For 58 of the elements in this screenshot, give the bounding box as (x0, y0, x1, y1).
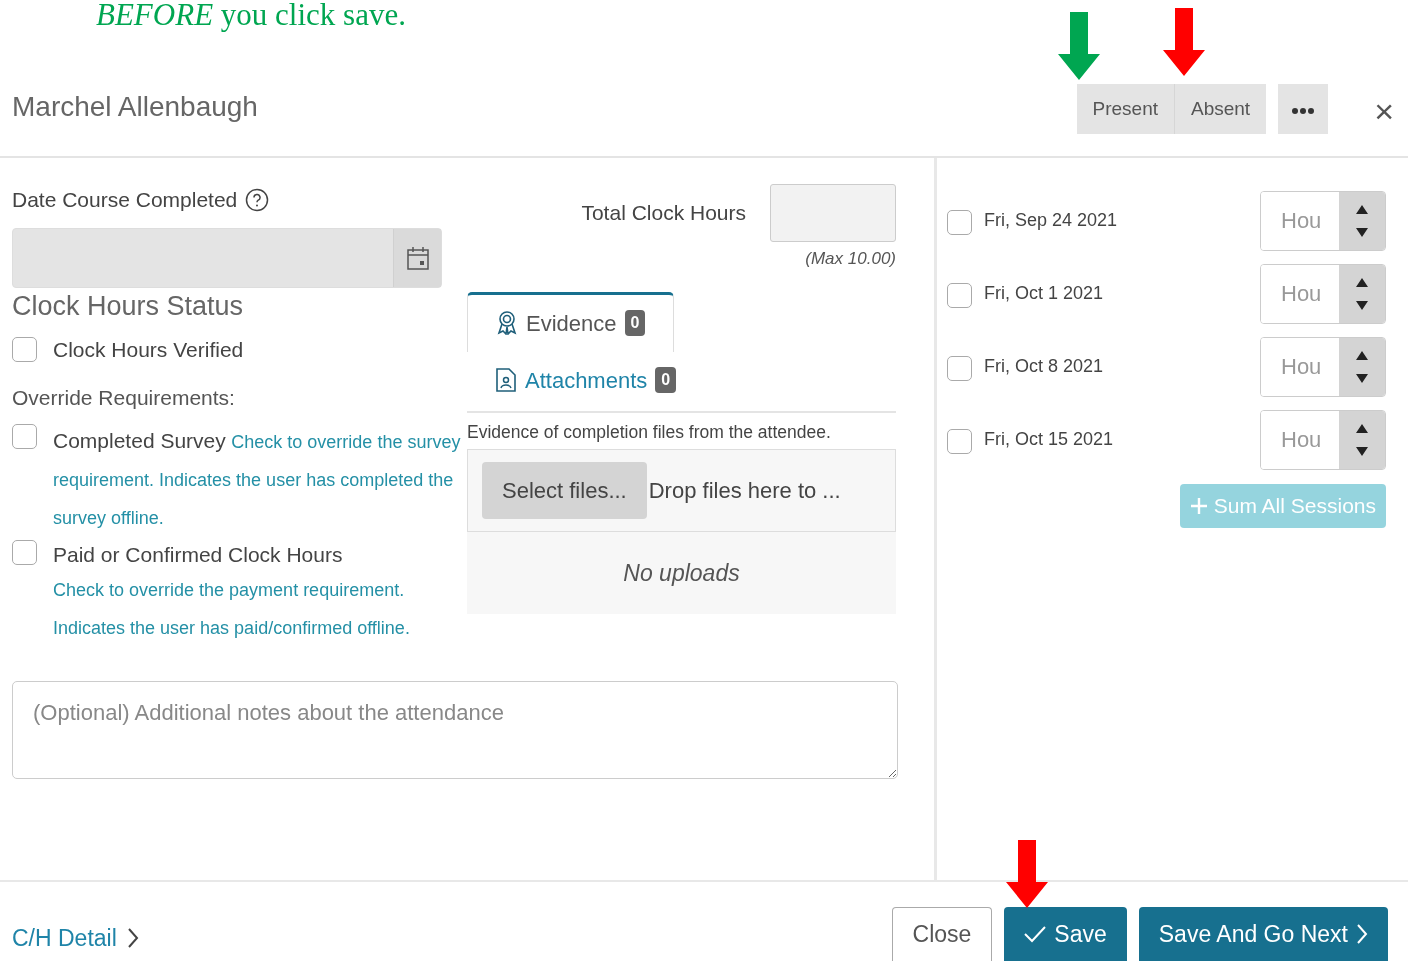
document-icon (495, 368, 517, 392)
chevron-right-icon (1356, 923, 1368, 945)
checkbox-label: Clock Hours Verified (53, 337, 244, 363)
attendance-button[interactable]: Absent (1175, 84, 1267, 134)
checkbox[interactable] (947, 209, 972, 235)
plus-icon (1189, 496, 1208, 515)
award-icon (496, 311, 518, 335)
checkbox-label: Completed Survey Check to override the survey requirement. Indicates the user has completed the survey offline. (53, 428, 462, 530)
spinner-arrows-icon[interactable] (1355, 204, 1369, 237)
checkbox[interactable] (947, 428, 972, 454)
date-field[interactable] (12, 227, 442, 288)
checkbox[interactable] (12, 424, 37, 449)
detail-link[interactable]: C/H Detail (12, 920, 139, 961)
tab-description: Evidence of completion files from the attendee. (467, 420, 832, 444)
count-badge: 0 (655, 367, 677, 393)
spinner-arrows-icon[interactable] (1355, 277, 1369, 310)
more-button[interactable] (1278, 84, 1329, 134)
hours-spinner[interactable]: Hou (1260, 190, 1386, 251)
save-button[interactable]: Save (1004, 907, 1127, 961)
hours-spinner[interactable]: Hou (1260, 263, 1386, 324)
close-button[interactable]: Close (891, 907, 993, 961)
attendance-button[interactable]: Present (1076, 84, 1175, 134)
calendar-icon[interactable] (406, 245, 429, 270)
checkbox[interactable] (12, 337, 37, 362)
empty-state-text: No uploads (467, 531, 896, 615)
tab[interactable]: Evidence 0 (467, 291, 675, 352)
more-icon[interactable] (1292, 107, 1315, 114)
checkbox-label: Paid or Confirmed Clock Hours Check to override the payment requirement. Indicates the user has paid/confirmed offline. (53, 542, 411, 640)
checkbox[interactable] (947, 282, 972, 308)
tab[interactable]: Attachments 0 (467, 351, 705, 409)
hours-spinner[interactable]: Hou (1260, 336, 1386, 397)
section-heading: Clock Hours Status (12, 289, 245, 323)
count-badge: 0 (624, 310, 646, 336)
checkbox[interactable] (12, 540, 37, 565)
session-date: Fri, Oct 1 2021 (984, 282, 1104, 305)
session-date: Fri, Sep 24 2021 (984, 209, 1118, 232)
dropzone-text: Drop files here to ... (648, 476, 841, 505)
session-date: Fri, Oct 8 2021 (984, 355, 1104, 378)
checkbox[interactable] (947, 355, 972, 381)
hours-spinner[interactable]: Hou (1260, 409, 1386, 470)
save-next-button[interactable]: Save And Go Next (1138, 907, 1388, 961)
notes-field[interactable]: (Optional) Additional notes about the attendance (12, 680, 898, 779)
close-button[interactable]: × (1368, 93, 1400, 134)
field-label: Total Clock Hours (581, 200, 746, 227)
spinner-arrows-icon[interactable] (1355, 350, 1369, 383)
field-label: Date Course Completed (12, 187, 238, 213)
help-icon[interactable] (245, 187, 270, 212)
check-icon (1024, 925, 1047, 943)
spinner-arrows-icon[interactable] (1355, 423, 1369, 456)
section-label: Override Requirements: (12, 384, 236, 411)
session-date: Fri, Oct 15 2021 (984, 428, 1114, 451)
select-files-button[interactable]: Select files... (482, 461, 647, 519)
chevron-right-icon (126, 926, 139, 949)
person-name: Marchel Allenbaugh (12, 90, 258, 124)
annotation-text: BEFORE you click save. (96, 0, 406, 34)
upload-dropzone[interactable]: Select files... Drop files here to ... (467, 448, 896, 532)
hours-field[interactable] (770, 184, 896, 242)
field-hint: (Max 10.00) (805, 248, 896, 270)
